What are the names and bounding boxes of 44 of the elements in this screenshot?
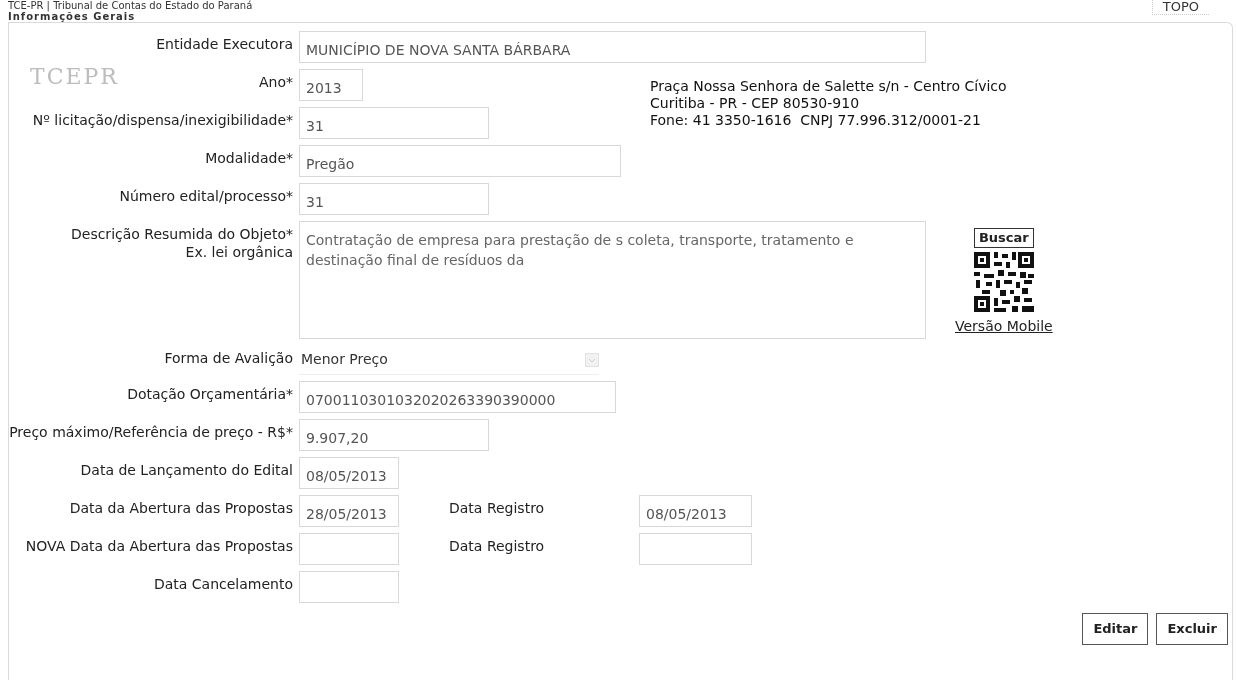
field-label: NOVA Data da Abertura das Propostas [25,537,293,555]
mobile-version-link[interactable]: Versão Mobile [955,316,1053,337]
field-label: Entidade Executora [156,35,293,53]
page-title: TCE-PR | Tribunal de Contas do Estado do Paraná [8,0,253,11]
input-field[interactable]: 2013 [299,69,363,101]
search-button[interactable]: Buscar [973,228,1034,248]
field-label: Data Registro [449,499,546,517]
input-field[interactable]: 9.907,20 [299,419,489,451]
date-field[interactable]: 08/05/2013 [639,495,752,527]
address-line: Curitiba - PR - CEP 80530-910 [650,95,861,112]
date-field[interactable] [299,533,399,565]
input-field[interactable]: 0700110301032020263390390000 [299,381,616,413]
textarea-field[interactable]: Contratação de empresa para prestação de s coleta, transporte, tratamento e destinação final de resíduos da [299,221,926,339]
input-field[interactable]: 31 [299,183,489,215]
field-label: Modalidade* [205,149,293,167]
field-label: Data de Lançamento do Edital [80,461,293,479]
qr-code-icon [973,252,1034,312]
field-label: Data Registro [449,537,546,555]
field-label: Preço máximo/Referência de preço - R$* [9,423,293,441]
address-line: Praça Nossa Senhora de Salette s/n - Centro Cívico [650,78,1007,95]
field-label: Dotação Orçamentária* [127,385,293,403]
input-field[interactable]: 31 [299,107,489,139]
input-field[interactable]: MUNICÍPIO DE NOVA SANTA BÁRBARA [299,31,926,63]
field-label: Data da Abertura das Propostas [69,499,293,517]
dropdown-icon [585,352,599,367]
field-label: Data Cancelamento [153,575,293,593]
date-field[interactable] [299,571,399,603]
field-label: Nº licitação/dispensa/inexigibilidade* [32,111,293,129]
section-title: Informações Gerais [8,11,137,22]
action-button[interactable]: Editar [1082,613,1149,645]
date-field[interactable]: 08/05/2013 [299,457,399,489]
field-label: Ano* [259,73,293,91]
field-label: Descrição Resumida do Objeto* [71,225,293,243]
select-field[interactable]: Menor Preço [299,345,599,375]
field-label: Número edital/processo* [119,187,293,205]
address-line: Fone: 41 3350-1616 CNPJ 77.996.312/0001-21 [650,112,982,129]
date-field[interactable]: 28/05/2013 [299,495,399,527]
field-label: Forma de Avalição [164,349,293,367]
date-field[interactable] [639,533,752,565]
logo: TCEPR [30,63,119,91]
input-field[interactable]: Pregão [299,145,621,177]
action-button[interactable]: Excluir [1156,613,1228,645]
top-link[interactable]: TOPO [1151,0,1209,15]
field-hint: Ex. lei orgânica [185,243,293,261]
